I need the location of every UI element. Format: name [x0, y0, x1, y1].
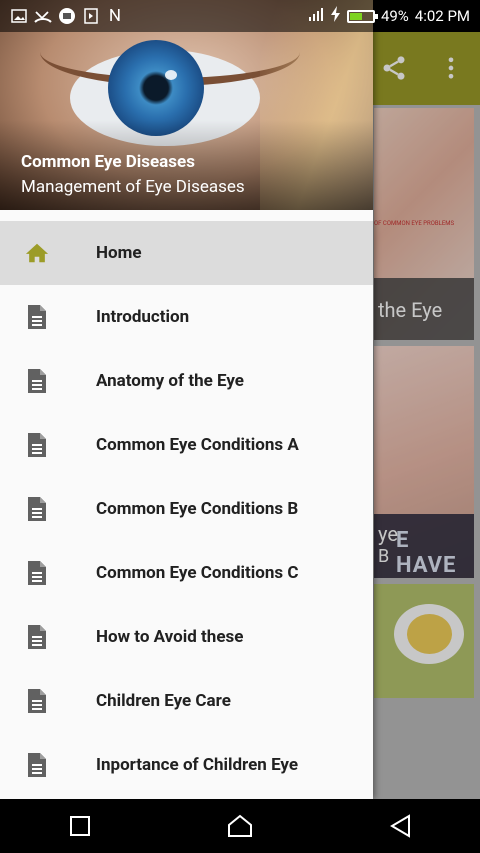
menu-item-avoid[interactable]: How to Avoid these — [0, 605, 373, 669]
drawer-menu: Home Introduction Anatomy of the Eye Com… — [0, 221, 373, 797]
menu-item-introduction[interactable]: Introduction — [0, 285, 373, 349]
clock: 4:02 PM — [414, 7, 470, 25]
battery-icon — [346, 9, 378, 23]
menu-item-label: Anatomy of the Eye — [96, 371, 244, 391]
menu-item-label: How to Avoid these — [96, 627, 244, 647]
back-icon — [390, 814, 410, 838]
home-button[interactable] — [220, 806, 260, 846]
system-navbar — [0, 799, 480, 853]
missed-call-icon — [34, 7, 52, 25]
document-icon — [25, 497, 49, 521]
menu-item-conditions-b[interactable]: Common Eye Conditions B — [0, 477, 373, 541]
menu-item-anatomy[interactable]: Anatomy of the Eye — [0, 349, 373, 413]
document-icon — [25, 305, 49, 329]
signal-icon — [307, 6, 325, 26]
document-icon — [25, 433, 49, 457]
document-icon — [25, 561, 49, 585]
menu-item-label: Children Eye Care — [96, 691, 231, 711]
drawer-subtitle: Management of Eye Diseases — [21, 177, 245, 197]
document-icon — [25, 753, 49, 777]
menu-item-label: Common Eye Conditions A — [96, 435, 299, 455]
battery-percent: 49% — [380, 7, 409, 25]
menu-item-label: Common Eye Conditions C — [96, 563, 299, 583]
recents-button[interactable] — [60, 806, 100, 846]
flipboard-icon — [82, 7, 100, 25]
menu-item-label: Introduction — [96, 307, 190, 327]
recents-icon — [70, 816, 90, 836]
status-bar: N 49% 4:02 PM — [0, 0, 480, 32]
n-icon: N — [108, 6, 122, 26]
document-icon — [25, 625, 49, 649]
menu-item-label: Inportance of Children Eye — [96, 755, 299, 775]
navigation-drawer: Common Eye Diseases Management of Eye Di… — [0, 0, 373, 799]
image-icon — [10, 7, 28, 25]
menu-item-label: Home — [96, 243, 142, 263]
charging-icon — [330, 6, 341, 26]
document-icon — [25, 369, 49, 393]
menu-item-children-eye-care[interactable]: Children Eye Care — [0, 669, 373, 733]
message-icon — [58, 7, 76, 25]
document-icon — [25, 689, 49, 713]
menu-item-importance[interactable]: Inportance of Children Eye — [0, 733, 373, 797]
home-icon — [25, 241, 49, 265]
back-button[interactable] — [380, 806, 420, 846]
menu-item-conditions-a[interactable]: Common Eye Conditions A — [0, 413, 373, 477]
menu-item-home[interactable]: Home — [0, 221, 373, 285]
eye-glint — [165, 70, 177, 80]
menu-item-label: Common Eye Conditions B — [96, 499, 299, 519]
home-nav-icon — [228, 814, 252, 837]
drawer-title: Common Eye Diseases — [21, 152, 195, 172]
menu-item-conditions-c[interactable]: Common Eye Conditions C — [0, 541, 373, 605]
